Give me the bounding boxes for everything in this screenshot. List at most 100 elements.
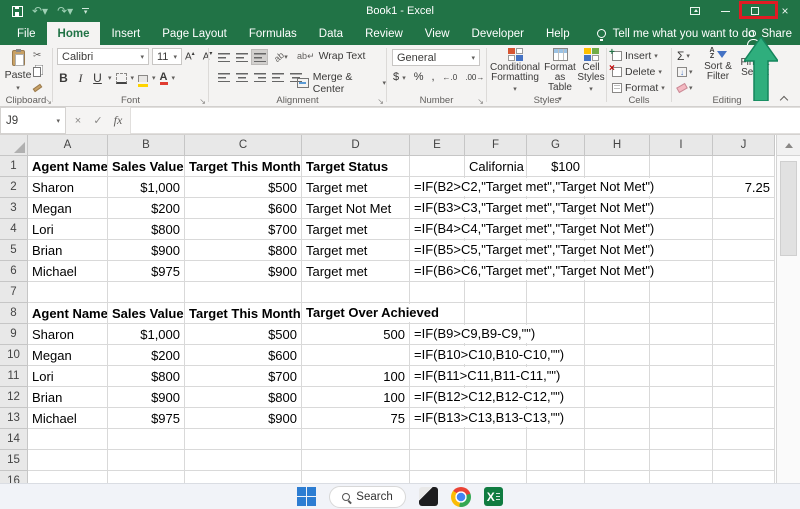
collapse-ribbon-icon[interactable] [781, 95, 788, 102]
tab-data[interactable]: Data [308, 22, 354, 45]
col-header-F[interactable]: F [465, 135, 527, 156]
scrollbar-thumb[interactable] [780, 161, 797, 256]
row-header-9[interactable]: 9 [0, 324, 28, 345]
font-size-select[interactable]: 11 ▾ [152, 48, 182, 65]
save-icon[interactable] [12, 5, 23, 17]
cell-B7[interactable] [108, 282, 185, 303]
comma-style-button[interactable]: , [431, 71, 434, 83]
col-header-A[interactable]: A [28, 135, 108, 156]
row-header-4[interactable]: 4 [0, 219, 28, 240]
cell-A13[interactable]: Michael [28, 408, 108, 429]
cell-E15[interactable] [410, 450, 465, 471]
cell-I2[interactable] [650, 177, 713, 198]
cell-E10[interactable]: =IF(B10>C10,B10-C10,"") [410, 345, 567, 366]
cell-C9[interactable]: $500 [185, 324, 302, 345]
cell-E11[interactable]: =IF(B11>C11,B11-C11,"") [410, 366, 563, 387]
cell-F8[interactable] [465, 303, 527, 324]
cell-C4[interactable]: $700 [185, 219, 302, 240]
cell-I4[interactable] [650, 219, 713, 240]
row-header-1[interactable]: 1 [0, 156, 28, 177]
cell-E5[interactable]: =IF(B5>C5,"Target met","Target Not Met") [410, 240, 657, 261]
cell-I5[interactable] [650, 240, 713, 261]
paste-button[interactable]: Paste ▾ [3, 48, 33, 94]
tab-formulas[interactable]: Formulas [238, 22, 308, 45]
cell-J5[interactable] [713, 240, 775, 261]
cell-D5[interactable]: Target met [302, 240, 410, 261]
cell-J6[interactable] [713, 261, 775, 282]
fill-button[interactable]: ↓ ▾ [677, 65, 693, 78]
col-header-C[interactable]: C [185, 135, 302, 156]
cell-C8[interactable]: Target This Month [185, 303, 302, 324]
cell-A12[interactable]: Brian [28, 387, 108, 408]
cell-I7[interactable] [650, 282, 713, 303]
insert-function-icon[interactable]: fx [108, 113, 128, 128]
cell-D7[interactable] [302, 282, 410, 303]
cell-C11[interactable]: $700 [185, 366, 302, 387]
cell-H7[interactable] [585, 282, 650, 303]
cell-A8[interactable]: Agent Name [28, 303, 108, 324]
cell-D9[interactable]: 500 [302, 324, 410, 345]
formula-input[interactable] [131, 107, 800, 134]
cell-H8[interactable] [585, 303, 650, 324]
cell-I11[interactable] [650, 366, 713, 387]
cell-J7[interactable] [713, 282, 775, 303]
row-header-6[interactable]: 6 [0, 261, 28, 282]
row-header-3[interactable]: 3 [0, 198, 28, 219]
cell-C14[interactable] [185, 429, 302, 450]
cell-H9[interactable] [585, 324, 650, 345]
italic-button[interactable]: I [74, 71, 87, 86]
cell-I10[interactable] [650, 345, 713, 366]
cell-H10[interactable] [585, 345, 650, 366]
cell-A10[interactable]: Megan [28, 345, 108, 366]
cell-J9[interactable] [713, 324, 775, 345]
cell-J14[interactable] [713, 429, 775, 450]
cell-A15[interactable] [28, 450, 108, 471]
cell-A14[interactable] [28, 429, 108, 450]
cell-B2[interactable]: $1,000 [108, 177, 185, 198]
row-header-5[interactable]: 5 [0, 240, 28, 261]
underline-button[interactable]: U [91, 71, 104, 85]
cell-B3[interactable]: $200 [108, 198, 185, 219]
cell-C1[interactable]: Target This Month [185, 156, 302, 177]
tab-view[interactable]: View [414, 22, 461, 45]
tab-file[interactable]: File [6, 22, 47, 45]
font-dialog-launcher-icon[interactable]: ↘ [199, 97, 206, 106]
col-header-H[interactable]: H [585, 135, 650, 156]
col-header-E[interactable]: E [410, 135, 465, 156]
cell-I1[interactable] [650, 156, 713, 177]
cell-G8[interactable] [527, 303, 585, 324]
cell-E2[interactable]: =IF(B2>C2,"Target met","Target Not Met") [410, 177, 657, 198]
sort-filter-button[interactable]: AZ Sort & Filter [700, 47, 736, 82]
cell-J13[interactable] [713, 408, 775, 429]
app-icon[interactable] [418, 487, 438, 506]
row-header-15[interactable]: 15 [0, 450, 28, 471]
middle-align-button[interactable] [233, 49, 250, 65]
cell-H13[interactable] [585, 408, 650, 429]
cell-B16[interactable] [108, 471, 185, 483]
font-color-icon[interactable]: A [159, 71, 168, 85]
cell-J4[interactable] [713, 219, 775, 240]
increase-decimal-button[interactable]: ←.0 [443, 73, 458, 82]
cell-A7[interactable] [28, 282, 108, 303]
cell-B5[interactable]: $900 [108, 240, 185, 261]
font-color-dropdown-icon[interactable]: ▾ [172, 74, 176, 82]
cell-D6[interactable]: Target met [302, 261, 410, 282]
cell-A3[interactable]: Megan [28, 198, 108, 219]
cell-H1[interactable] [585, 156, 650, 177]
cell-H15[interactable] [585, 450, 650, 471]
cell-B11[interactable]: $800 [108, 366, 185, 387]
align-left-button[interactable] [215, 69, 232, 85]
cell-D3[interactable]: Target Not Met [302, 198, 410, 219]
cell-D2[interactable]: Target met [302, 177, 410, 198]
cell-A6[interactable]: Michael [28, 261, 108, 282]
autosum-button[interactable]: Σ ▾ [677, 49, 693, 63]
cell-I15[interactable] [650, 450, 713, 471]
vertical-scrollbar[interactable] [776, 135, 800, 483]
insert-cells-button[interactable]: Insert▾ [609, 47, 665, 62]
cell-B4[interactable]: $800 [108, 219, 185, 240]
row-header-11[interactable]: 11 [0, 366, 28, 387]
cell-C7[interactable] [185, 282, 302, 303]
cell-J15[interactable] [713, 450, 775, 471]
delete-cells-button[interactable]: Delete▾ [609, 63, 665, 78]
cell-J11[interactable] [713, 366, 775, 387]
